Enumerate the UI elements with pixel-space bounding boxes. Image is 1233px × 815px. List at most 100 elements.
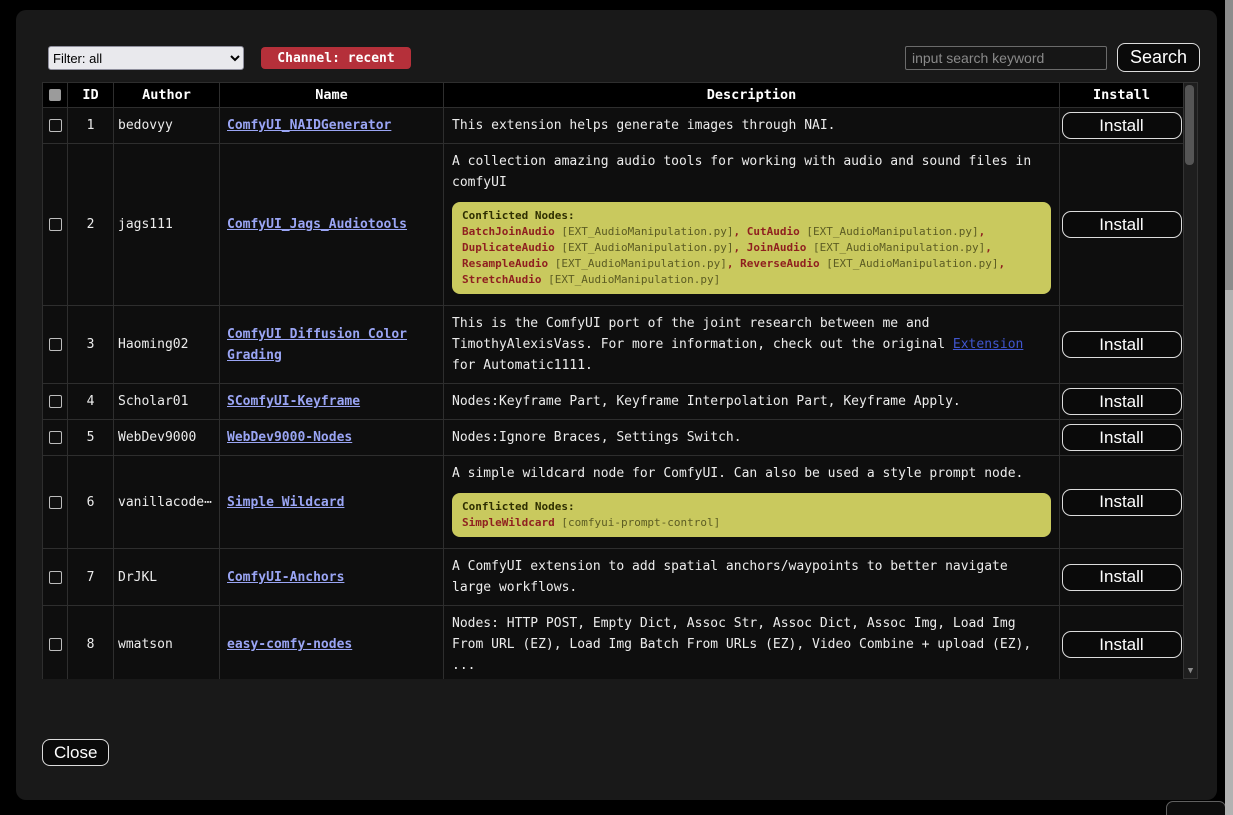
header-author: Author (114, 83, 220, 108)
conflict-separator: , (734, 241, 747, 254)
node-name-link[interactable]: easy-comfy-nodes (227, 637, 352, 652)
row-checkbox[interactable] (49, 218, 62, 231)
row-id: 4 (68, 384, 114, 420)
table-row: 5 WebDev9000 WebDev9000-Nodes Nodes:Igno… (43, 420, 1184, 456)
table-header-row: ID Author Name Description Install (43, 83, 1184, 108)
scrollbar-down-arrow-icon[interactable]: ▼ (1184, 666, 1197, 676)
close-button[interactable]: Close (42, 739, 109, 766)
install-button[interactable]: Install (1062, 424, 1182, 451)
node-name-link[interactable]: ComfyUI_Jags_Audiotools (227, 217, 407, 232)
select-all-checkbox[interactable] (49, 89, 61, 101)
conflict-node-source: [EXT_AudioManipulation.py] (548, 273, 720, 286)
row-description: This extension helps generate images thr… (452, 115, 1051, 136)
row-author: bedovyy (114, 108, 220, 144)
conflict-node-name: JoinAudio (747, 241, 807, 254)
row-id: 2 (68, 144, 114, 306)
filter-select[interactable]: Filter: all (48, 46, 244, 70)
row-author: Haoming02 (114, 306, 220, 384)
description-text: This is the ComfyUI port of the joint re… (452, 316, 953, 352)
row-author: WebDev9000 (114, 420, 220, 456)
conflict-node-source: [EXT_AudioManipulation.py] (555, 257, 727, 270)
row-author: wmatson (114, 606, 220, 680)
row-author: Scholar01 (114, 384, 220, 420)
row-id: 3 (68, 306, 114, 384)
conflicted-nodes-box: Conflicted Nodes:BatchJoinAudio [EXT_Aud… (452, 202, 1051, 294)
row-checkbox[interactable] (49, 119, 62, 132)
conflict-separator: , (985, 241, 992, 254)
table-row: 2 jags111 ComfyUI_Jags_Audiotools A coll… (43, 144, 1184, 306)
table-scrollbar-thumb[interactable] (1185, 85, 1194, 165)
row-checkbox[interactable] (49, 431, 62, 444)
description-text: for Automatic1111. (452, 358, 593, 373)
install-button[interactable]: Install (1062, 211, 1182, 238)
conflict-node-source: [EXT_AudioManipulation.py] (813, 241, 985, 254)
table-row: 4 Scholar01 SComfyUI-Keyframe Nodes:Keyf… (43, 384, 1184, 420)
search-button[interactable]: Search (1117, 43, 1200, 72)
conflicted-nodes-list: SimpleWildcard [comfyui-prompt-control] (462, 515, 1041, 531)
row-author: vanillacode⋯ (114, 456, 220, 549)
row-description: Nodes: HTTP POST, Empty Dict, Assoc Str,… (452, 613, 1051, 676)
install-custom-nodes-dialog: Filter: all Channel: recent Search ID Au… (16, 10, 1217, 800)
table-row: 1 bedovyy ComfyUI_NAIDGenerator This ext… (43, 108, 1184, 144)
row-id: 8 (68, 606, 114, 680)
conflict-node-source: [comfyui-prompt-control] (561, 516, 720, 529)
table-scrollbar[interactable]: ▼ (1183, 82, 1198, 679)
install-button[interactable]: Install (1062, 331, 1182, 358)
row-author: DrJKL (114, 549, 220, 606)
node-name-link[interactable]: ComfyUI_NAIDGenerator (227, 118, 391, 133)
row-checkbox[interactable] (49, 338, 62, 351)
install-button[interactable]: Install (1062, 564, 1182, 591)
install-button[interactable]: Install (1062, 489, 1182, 516)
conflicted-nodes-list: BatchJoinAudio [EXT_AudioManipulation.py… (462, 224, 1041, 288)
table-row: 7 DrJKL ComfyUI-Anchors A ComfyUI extens… (43, 549, 1184, 606)
background-panel-fragment (1166, 801, 1226, 815)
conflicted-nodes-title: Conflicted Nodes: (462, 499, 1041, 515)
conflict-node-source: [EXT_AudioManipulation.py] (826, 257, 998, 270)
node-name-link[interactable]: ComfyUI Diffusion Color Grading (227, 327, 407, 363)
install-button[interactable]: Install (1062, 388, 1182, 415)
table-row: 8 wmatson easy-comfy-nodes Nodes: HTTP P… (43, 606, 1184, 680)
conflict-node-source: [EXT_AudioManipulation.py] (561, 225, 733, 238)
page-background: Filter: all Channel: recent Search ID Au… (0, 0, 1233, 815)
install-button[interactable]: Install (1062, 631, 1182, 658)
conflict-separator: , (979, 225, 986, 238)
row-description: A collection amazing audio tools for wor… (452, 151, 1051, 193)
node-name-link[interactable]: WebDev9000-Nodes (227, 430, 352, 445)
row-id: 1 (68, 108, 114, 144)
row-id: 7 (68, 549, 114, 606)
row-description: A ComfyUI extension to add spatial ancho… (452, 556, 1051, 598)
conflict-node-source: [EXT_AudioManipulation.py] (561, 241, 733, 254)
conflict-node-name: ResampleAudio (462, 257, 548, 270)
search-input[interactable] (905, 46, 1107, 70)
page-scrollbar-thumb[interactable] (1225, 0, 1233, 290)
row-checkbox[interactable] (49, 638, 62, 651)
node-name-link[interactable]: Simple Wildcard (227, 495, 344, 510)
conflicted-nodes-title: Conflicted Nodes: (462, 208, 1041, 224)
node-name-link[interactable]: ComfyUI-Anchors (227, 570, 344, 585)
row-description: Nodes:Ignore Braces, Settings Switch. (452, 427, 1051, 448)
conflict-node-name: ReverseAudio (740, 257, 819, 270)
row-checkbox[interactable] (49, 571, 62, 584)
extension-link[interactable]: Extension (953, 337, 1023, 352)
node-name-link[interactable]: SComfyUI-Keyframe (227, 394, 360, 409)
header-name: Name (220, 83, 444, 108)
conflict-separator: , (734, 225, 747, 238)
row-description: Nodes:Keyframe Part, Keyframe Interpolat… (452, 391, 1051, 412)
row-checkbox[interactable] (49, 395, 62, 408)
custom-nodes-table: ID Author Name Description Install 1 bed… (42, 82, 1198, 679)
table-row: 6 vanillacode⋯ Simple Wildcard A simple … (43, 456, 1184, 549)
row-author: jags111 (114, 144, 220, 306)
conflicted-nodes-box: Conflicted Nodes:SimpleWildcard [comfyui… (452, 493, 1051, 537)
page-scrollbar[interactable] (1225, 0, 1233, 815)
conflict-separator: , (727, 257, 740, 270)
conflict-node-source: [EXT_AudioManipulation.py] (806, 225, 978, 238)
header-id: ID (68, 83, 114, 108)
channel-badge: Channel: recent (261, 47, 411, 69)
conflict-node-name: CutAudio (747, 225, 800, 238)
row-description: This is the ComfyUI port of the joint re… (452, 313, 1051, 376)
install-button[interactable]: Install (1062, 112, 1182, 139)
conflict-separator: , (998, 257, 1005, 270)
header-install: Install (1060, 83, 1184, 108)
row-checkbox[interactable] (49, 496, 62, 509)
conflict-node-name: SimpleWildcard (462, 516, 555, 529)
